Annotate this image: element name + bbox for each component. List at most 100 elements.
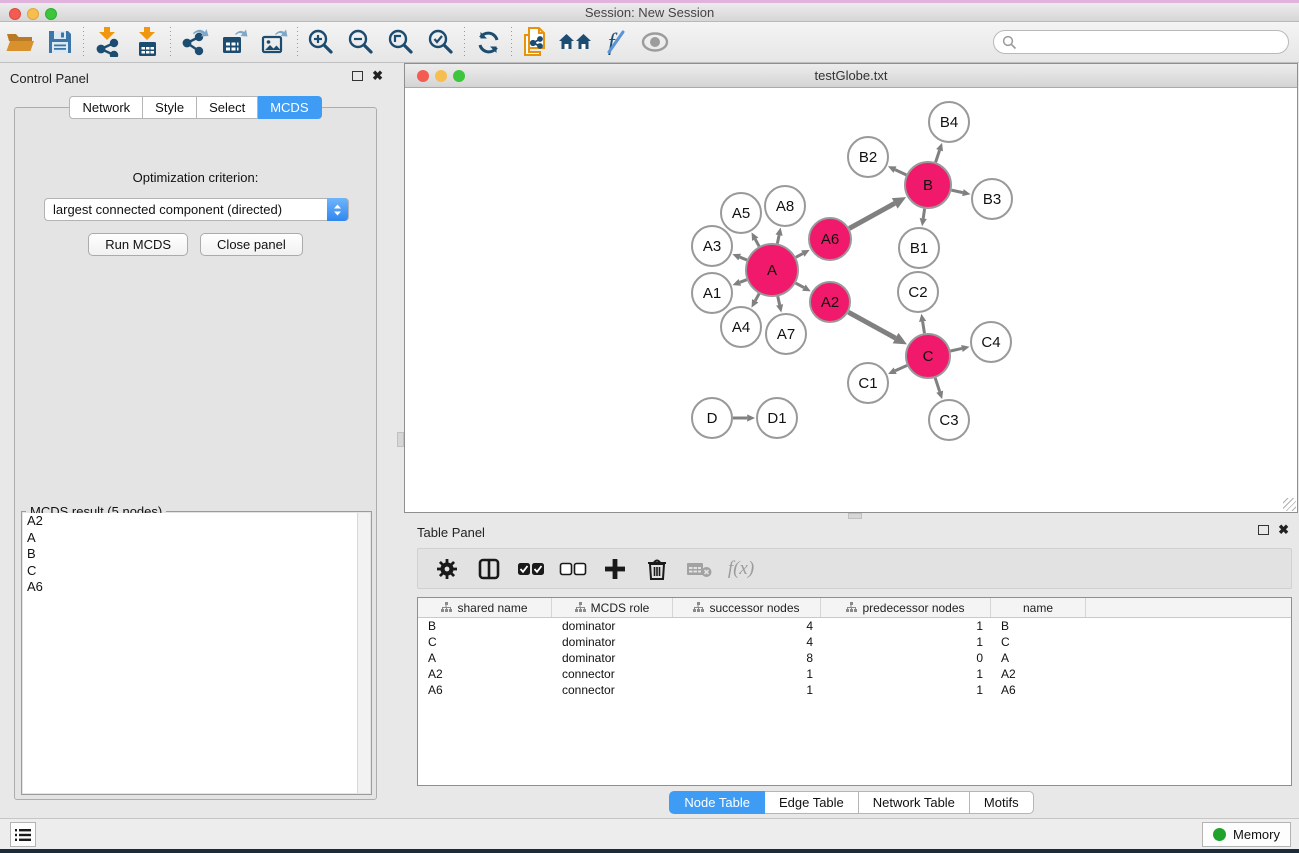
table-cell[interactable]: A2 bbox=[991, 666, 1086, 682]
edge-B-B4[interactable] bbox=[936, 150, 940, 162]
tab-network[interactable]: Network bbox=[69, 96, 143, 119]
table-cell[interactable]: dominator bbox=[552, 650, 673, 666]
table-cell[interactable]: C bbox=[418, 634, 552, 650]
select-all-rows-button[interactable] bbox=[512, 552, 550, 586]
column-header-shared-name[interactable]: shared name bbox=[418, 598, 552, 617]
table-row[interactable]: A6connector11A6 bbox=[418, 682, 1291, 698]
network-from-document-button[interactable] bbox=[515, 25, 555, 59]
edge-A-A1[interactable] bbox=[740, 280, 747, 283]
table-cell[interactable]: 8 bbox=[673, 650, 821, 666]
tab-network-table[interactable]: Network Table bbox=[859, 791, 970, 814]
table-cell[interactable]: A6 bbox=[991, 682, 1086, 698]
table-cell[interactable]: A bbox=[991, 650, 1086, 666]
column-header-successor-nodes[interactable]: successor nodes bbox=[673, 598, 821, 617]
delete-row-button[interactable] bbox=[638, 552, 676, 586]
node-table[interactable]: shared nameMCDS rolesuccessor nodesprede… bbox=[417, 597, 1292, 786]
edge-B-B2[interactable] bbox=[895, 170, 906, 175]
table-cell[interactable]: dominator bbox=[552, 618, 673, 634]
network-window-titlebar[interactable]: testGlobe.txt bbox=[405, 64, 1297, 88]
result-scrollbar[interactable] bbox=[357, 513, 370, 793]
show-columns-button[interactable] bbox=[470, 552, 508, 586]
zoom-in-button[interactable] bbox=[301, 25, 341, 59]
result-list-item[interactable]: C bbox=[23, 563, 370, 580]
result-list-item[interactable]: A2 bbox=[23, 513, 370, 530]
table-row[interactable]: Cdominator41C bbox=[418, 634, 1291, 650]
table-cell[interactable]: 1 bbox=[821, 682, 991, 698]
function-builder-button[interactable]: f(x) bbox=[722, 552, 760, 586]
unselect-all-rows-button[interactable] bbox=[554, 552, 592, 586]
import-table-button[interactable] bbox=[127, 25, 167, 59]
window-resize-grip[interactable] bbox=[1283, 498, 1296, 511]
delete-table-button[interactable] bbox=[680, 552, 718, 586]
save-session-button[interactable] bbox=[40, 25, 80, 59]
table-cell[interactable]: 0 bbox=[821, 650, 991, 666]
table-row[interactable]: A2connector11A2 bbox=[418, 666, 1291, 682]
edge-B-B1[interactable] bbox=[923, 209, 924, 219]
table-cell[interactable]: connector bbox=[552, 666, 673, 682]
edge-C-C3[interactable] bbox=[935, 378, 940, 392]
export-table-button[interactable] bbox=[214, 25, 254, 59]
float-panel-icon[interactable] bbox=[352, 71, 363, 81]
table-cell[interactable]: A bbox=[418, 650, 552, 666]
add-row-button[interactable] bbox=[596, 552, 634, 586]
table-cell[interactable]: 1 bbox=[821, 618, 991, 634]
edge-A-A3[interactable] bbox=[740, 257, 747, 260]
table-cell[interactable]: A6 bbox=[418, 682, 552, 698]
table-cell[interactable]: A2 bbox=[418, 666, 552, 682]
table-cell[interactable]: B bbox=[991, 618, 1086, 634]
criterion-dropdown[interactable]: largest connected component (directed) bbox=[44, 198, 349, 221]
edge-A6-B[interactable] bbox=[849, 203, 894, 228]
table-cell[interactable]: 1 bbox=[673, 666, 821, 682]
edge-A-A6[interactable] bbox=[796, 254, 803, 258]
edge-A-A5[interactable] bbox=[755, 239, 759, 246]
edge-B-B3[interactable] bbox=[951, 190, 962, 193]
edge-A-A2[interactable] bbox=[796, 283, 804, 288]
task-history-button[interactable] bbox=[10, 822, 36, 847]
column-header-name[interactable]: name bbox=[991, 598, 1086, 617]
edge-C-C4[interactable] bbox=[950, 348, 961, 351]
close-panel-icon[interactable]: ✖ bbox=[372, 71, 383, 81]
search-field[interactable] bbox=[993, 30, 1289, 54]
table-cell[interactable]: 1 bbox=[821, 666, 991, 682]
tab-node-table[interactable]: Node Table bbox=[669, 791, 765, 814]
mcds-result-list[interactable]: A2ABCA6 bbox=[23, 513, 370, 793]
tab-motifs[interactable]: Motifs bbox=[970, 791, 1034, 814]
network-canvas[interactable]: B4B2BB3A5A8A6A3B1AA1C2A2A4A7C4CC1DD1C3 bbox=[406, 89, 1296, 511]
column-header-predecessor-nodes[interactable]: predecessor nodes bbox=[821, 598, 991, 617]
close-panel-button[interactable]: Close panel bbox=[200, 233, 303, 256]
table-settings-button[interactable] bbox=[428, 552, 466, 586]
table-cell[interactable]: B bbox=[418, 618, 552, 634]
table-cell[interactable]: connector bbox=[552, 682, 673, 698]
edge-A-A7[interactable] bbox=[778, 296, 780, 305]
edge-C-C1[interactable] bbox=[895, 365, 907, 370]
table-row[interactable]: Bdominator41B bbox=[418, 618, 1291, 634]
tab-mcds[interactable]: MCDS bbox=[258, 96, 321, 119]
table-cell[interactable]: C bbox=[991, 634, 1086, 650]
homes-button[interactable] bbox=[555, 25, 595, 59]
memory-button[interactable]: Memory bbox=[1202, 822, 1291, 847]
close-panel-icon[interactable]: ✖ bbox=[1278, 525, 1289, 535]
tab-edge-table[interactable]: Edge Table bbox=[765, 791, 859, 814]
export-network-button[interactable] bbox=[174, 25, 214, 59]
eye-button[interactable] bbox=[635, 25, 675, 59]
vertical-splitter-thumb[interactable] bbox=[397, 432, 404, 447]
result-list-item[interactable]: A6 bbox=[23, 579, 370, 596]
column-header-MCDS-role[interactable]: MCDS role bbox=[552, 598, 673, 617]
table-cell[interactable]: 4 bbox=[673, 634, 821, 650]
table-cell[interactable]: 1 bbox=[673, 682, 821, 698]
export-image-button[interactable] bbox=[254, 25, 294, 59]
edge-A-A8[interactable] bbox=[777, 235, 779, 243]
table-row[interactable]: Adominator80A bbox=[418, 650, 1291, 666]
zoom-out-button[interactable] bbox=[341, 25, 381, 59]
refresh-button[interactable] bbox=[468, 25, 508, 59]
open-file-button[interactable] bbox=[0, 25, 40, 59]
table-cell[interactable]: 4 bbox=[673, 618, 821, 634]
search-input[interactable] bbox=[1017, 32, 1288, 52]
float-panel-icon[interactable] bbox=[1258, 525, 1269, 535]
result-list-item[interactable]: B bbox=[23, 546, 370, 563]
table-cell[interactable]: dominator bbox=[552, 634, 673, 650]
zoom-selected-button[interactable] bbox=[421, 25, 461, 59]
import-network-button[interactable] bbox=[87, 25, 127, 59]
edge-C-C2[interactable] bbox=[923, 321, 925, 333]
run-mcds-button[interactable]: Run MCDS bbox=[88, 233, 188, 256]
